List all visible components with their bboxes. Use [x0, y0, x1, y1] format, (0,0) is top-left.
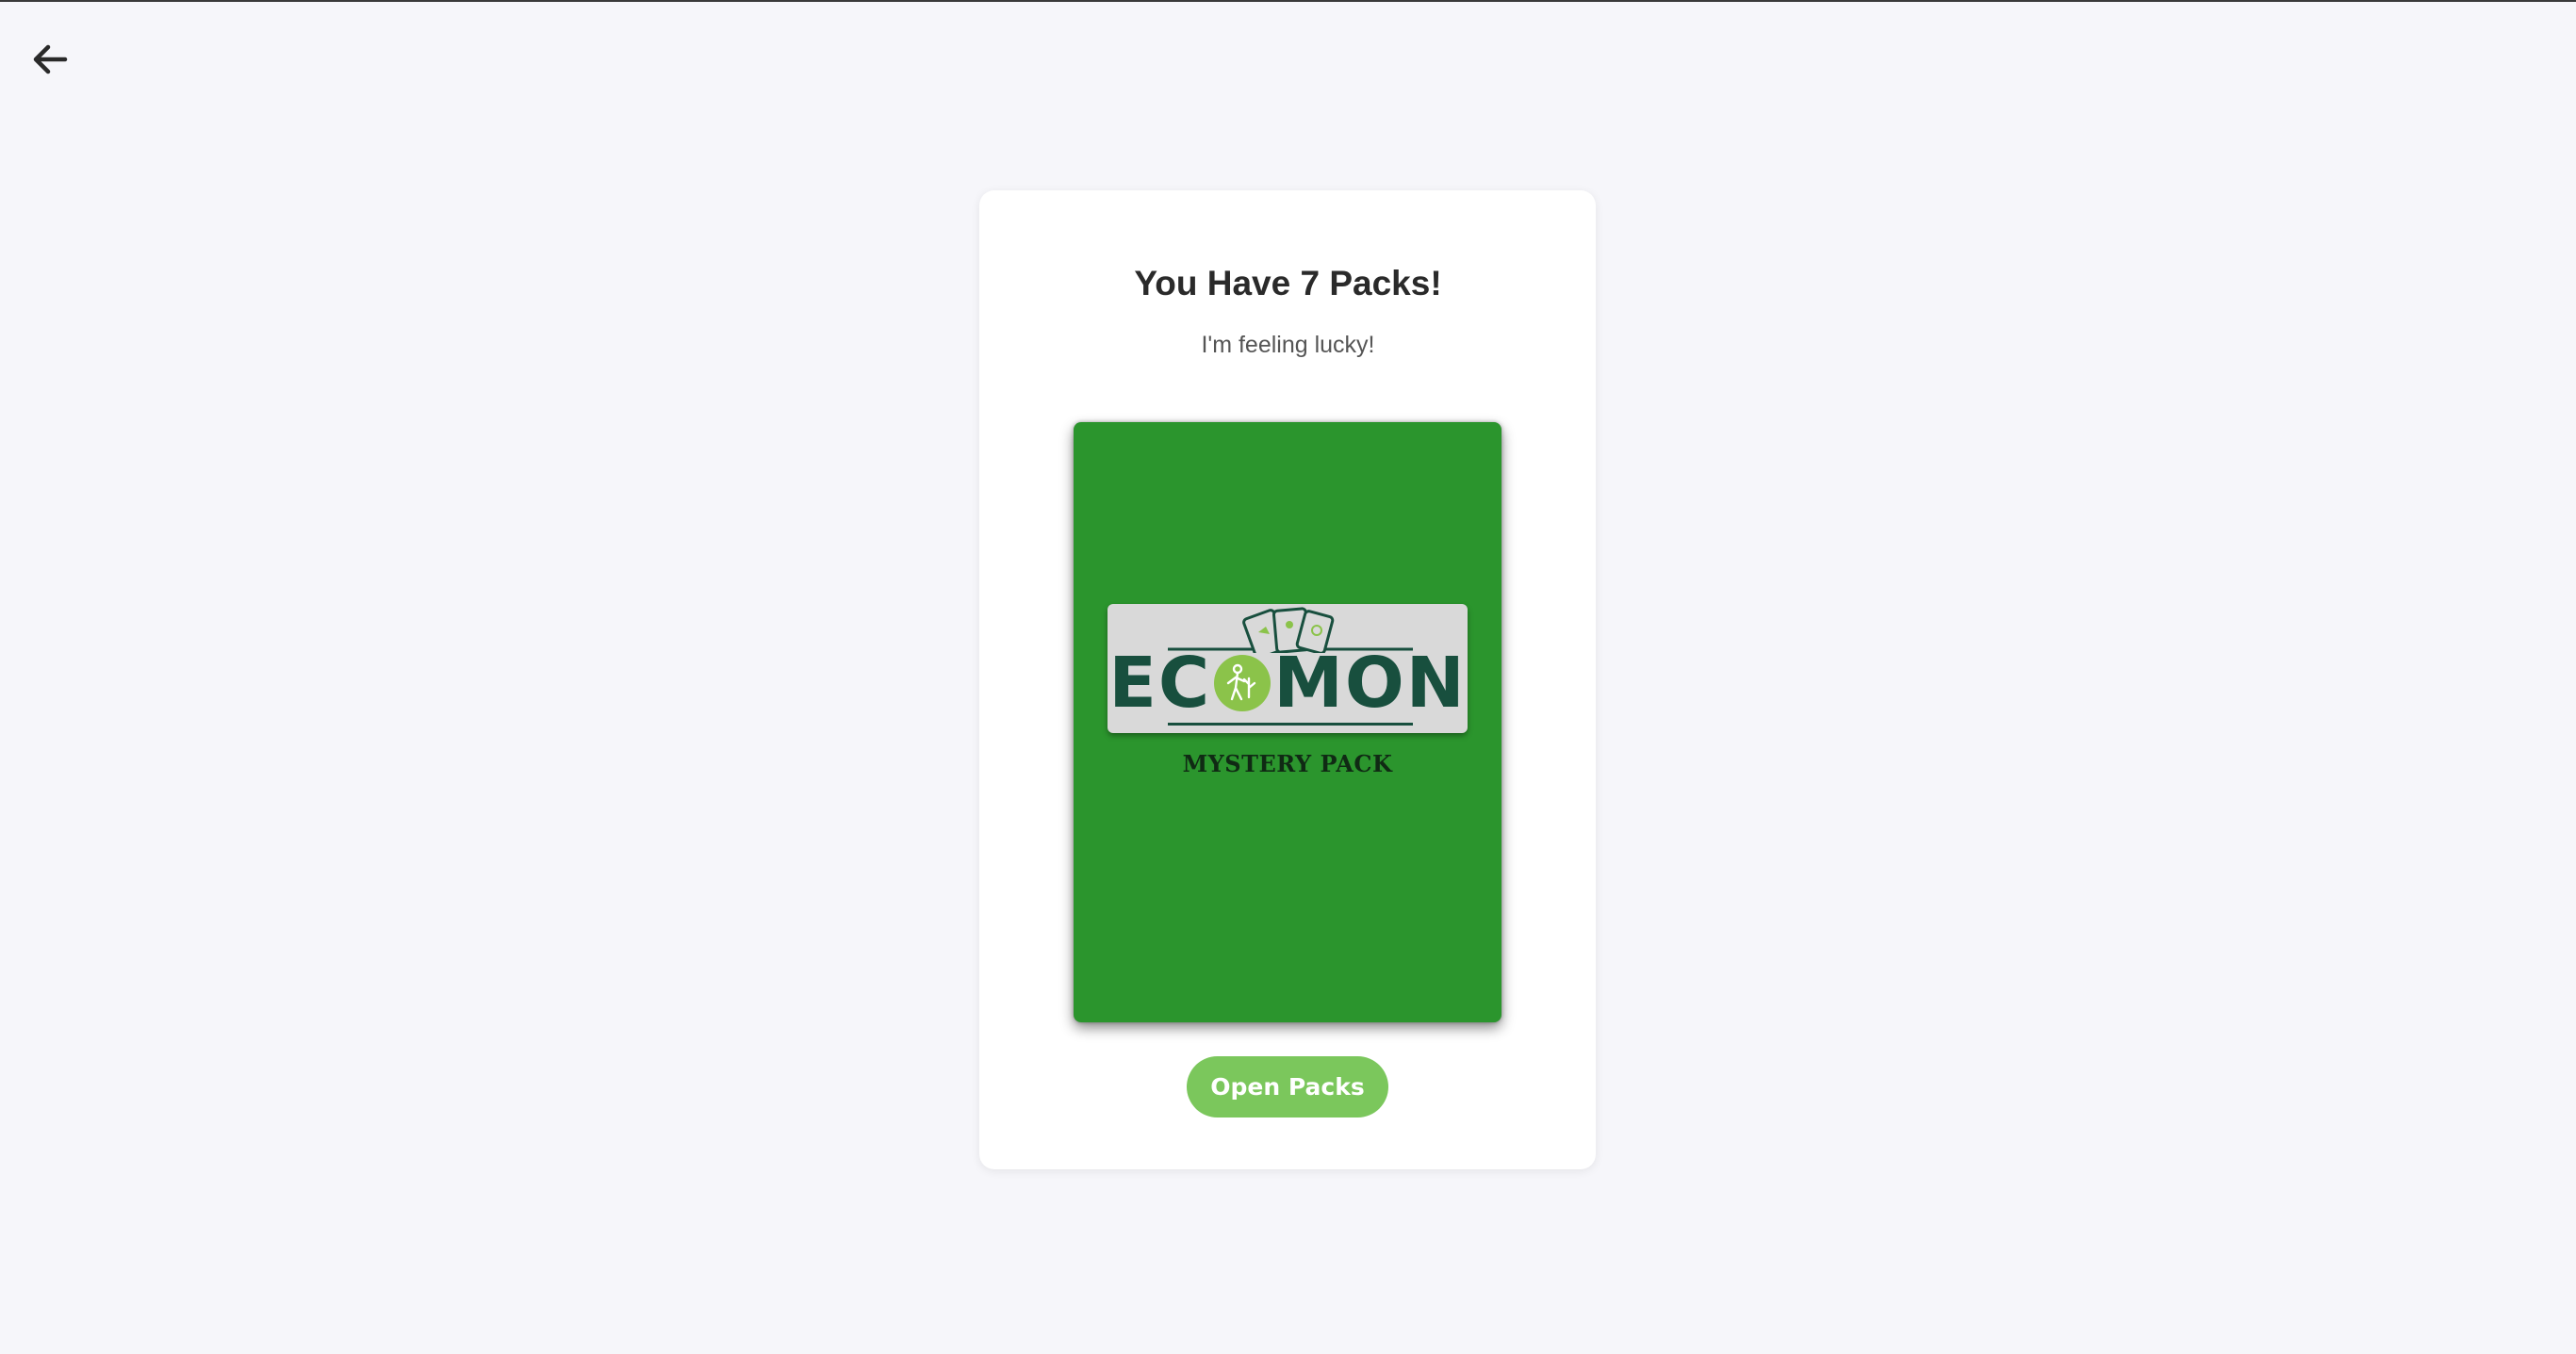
- logo-underline: [1168, 723, 1413, 726]
- mystery-pack[interactable]: EC MON MYSTERY PACK: [1074, 422, 1501, 1022]
- arrow-left-icon: [33, 44, 68, 74]
- ecomon-logo: EC MON: [1108, 604, 1468, 733]
- top-border: [0, 0, 2576, 2]
- logo-wordmark: EC MON: [1108, 643, 1467, 724]
- pack-label: MYSTERY PACK: [1182, 750, 1393, 777]
- back-button[interactable]: [23, 32, 77, 87]
- page-subtitle: I'm feeling lucky!: [1201, 332, 1375, 358]
- open-packs-button[interactable]: Open Packs: [1187, 1056, 1388, 1117]
- eco-figure-icon: [1214, 655, 1272, 712]
- page-title: You Have 7 Packs!: [1134, 264, 1442, 302]
